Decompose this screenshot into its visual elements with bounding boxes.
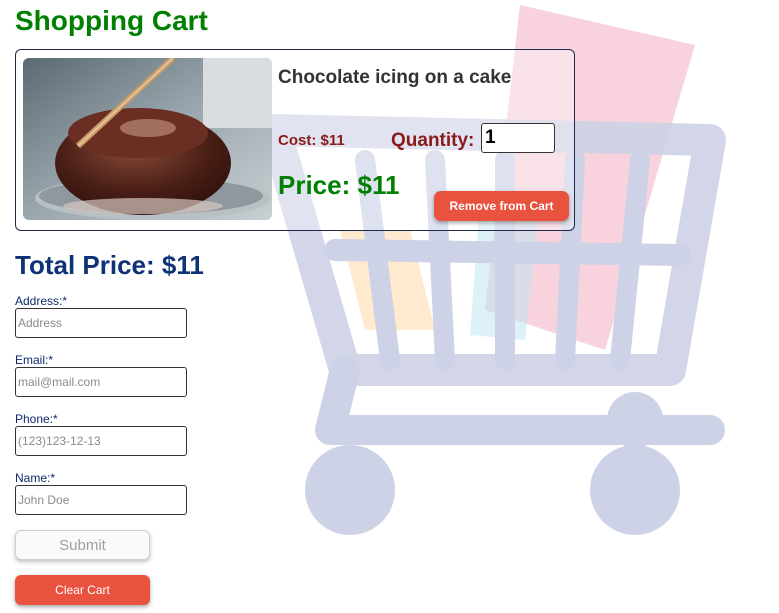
cart-item-card: Chocolate icing on a cake Cost: $11 Quan… (15, 49, 575, 231)
total-price: Total Price: $11 (15, 250, 204, 280)
product-cost: Cost: $11 (278, 132, 345, 149)
clear-cart-button[interactable]: Clear Cart (15, 575, 150, 605)
product-price: Price: $11 (278, 170, 400, 200)
address-input[interactable] (15, 308, 187, 338)
quantity-input[interactable] (481, 123, 555, 153)
page-title: Shopping Cart (15, 5, 208, 36)
email-input[interactable] (15, 367, 187, 397)
address-label: Address:* (15, 294, 68, 308)
shopping-cart-page: Shopping Cart Chocolate icing on a cake … (0, 0, 779, 613)
cake-product-image (23, 58, 272, 220)
quantity-label: Quantity: (391, 130, 475, 151)
product-name: Chocolate icing on a cake (278, 67, 512, 88)
remove-from-cart-button[interactable]: Remove from Cart (434, 191, 569, 221)
phone-label: Phone:* (15, 412, 58, 426)
phone-input[interactable] (15, 426, 187, 456)
submit-button[interactable]: Submit (15, 530, 150, 560)
name-input[interactable] (15, 485, 187, 515)
email-label: Email:* (15, 353, 54, 367)
name-label: Name:* (15, 471, 56, 485)
